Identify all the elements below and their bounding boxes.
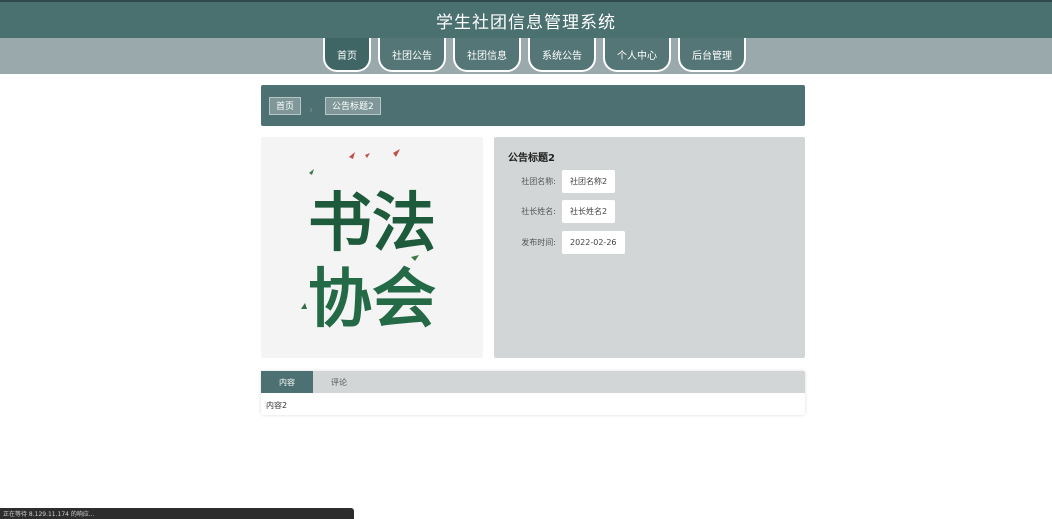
breadcrumb-home[interactable]: 首页 — [269, 96, 302, 115]
nav-item-personal-center[interactable]: 个人中心 — [603, 38, 671, 72]
detail-panel: 公告标题2 社团名称: 社团名称2 社长姓名: 社长姓名2 发布时间: 2022… — [494, 137, 805, 358]
tab-header: 内容 评论 — [261, 371, 805, 393]
nav-item-club-notice[interactable]: 社团公告 — [378, 38, 446, 72]
content-tabs: 内容 评论 内容2 — [261, 371, 805, 415]
field-publish-time: 发布时间: 2022-02-26 — [494, 231, 625, 254]
field-club-name: 社团名称: 社团名称2 — [494, 170, 616, 193]
club-image: 书法 协会 — [261, 137, 483, 358]
tab-content[interactable]: 内容 — [261, 371, 313, 393]
top-header: 学生社团信息管理系统 — [0, 0, 1052, 38]
nav-item-system-notice[interactable]: 系统公告 — [528, 38, 596, 72]
nav-item-home[interactable]: 首页 — [323, 38, 371, 72]
main-nav: 首页 社团公告 社团信息 系统公告 个人中心 后台管理 — [323, 38, 746, 74]
field-value: 社长姓名2 — [562, 200, 616, 223]
field-value: 社团名称2 — [562, 170, 616, 193]
breadcrumb: 首页 公告标题2 — [261, 85, 805, 126]
content-text: 内容2 — [266, 401, 288, 410]
browser-status-bar: 正在等待 8.129.11.174 的响应... — [0, 508, 354, 519]
svg-text:书法: 书法 — [308, 186, 436, 261]
field-value: 2022-02-26 — [562, 231, 625, 254]
field-label: 社长姓名: — [521, 207, 556, 216]
site-title: 学生社团信息管理系统 — [436, 12, 616, 33]
breadcrumb-separator-icon — [307, 105, 319, 106]
detail-title: 公告标题2 — [508, 153, 555, 164]
calligraphy-logo: 书法 协会 — [301, 149, 436, 337]
field-label: 发布时间: — [521, 238, 556, 247]
field-president-name: 社长姓名: 社长姓名2 — [494, 200, 616, 223]
nav-item-club-info[interactable]: 社团信息 — [453, 38, 521, 72]
breadcrumb-current: 公告标题2 — [325, 96, 381, 115]
field-label: 社团名称: — [521, 177, 556, 186]
tab-comments[interactable]: 评论 — [313, 371, 365, 393]
nav-item-admin[interactable]: 后台管理 — [678, 38, 746, 72]
svg-text:协会: 协会 — [308, 262, 436, 337]
